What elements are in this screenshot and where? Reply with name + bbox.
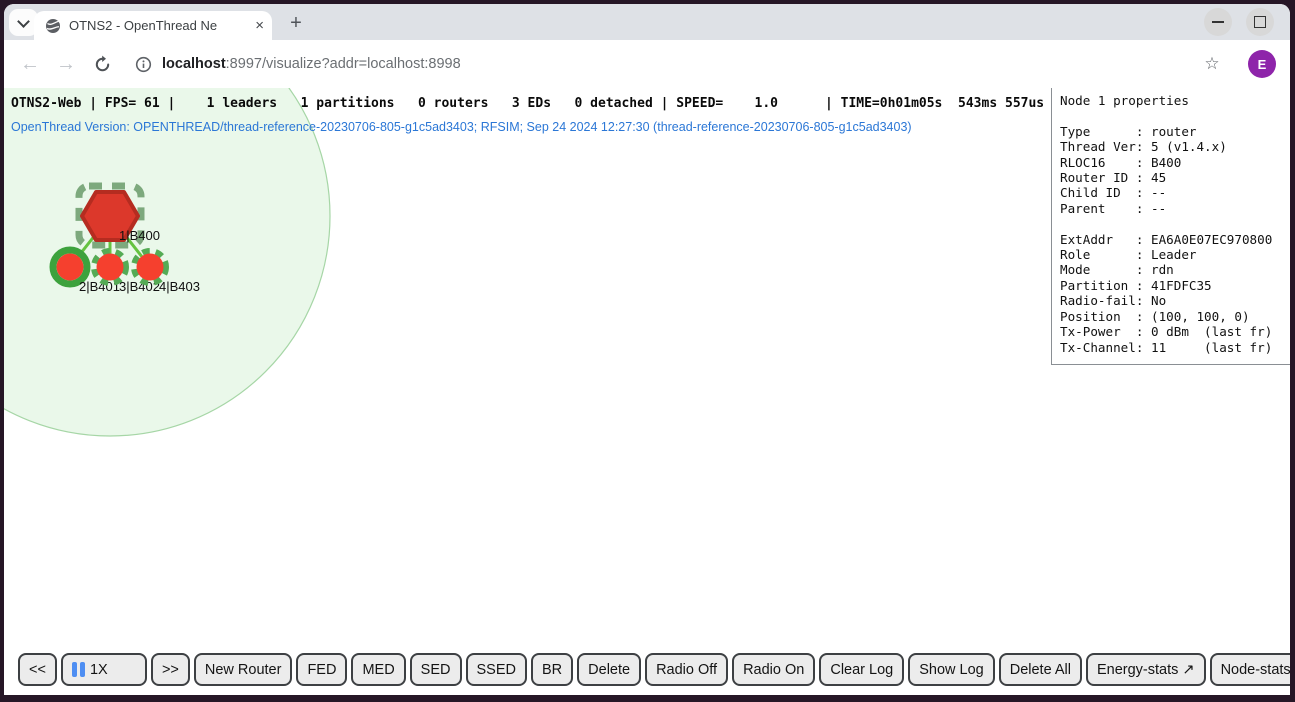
toolbar-button-delete[interactable]: Delete xyxy=(577,653,641,686)
profile-avatar[interactable]: E xyxy=(1248,50,1276,78)
toolbar-button-label: Energy-stats ↗ xyxy=(1097,662,1195,678)
toolbar-button-label: 1X xyxy=(90,662,108,678)
toolbar-button-label: SSED xyxy=(477,662,517,678)
toolbar-button-label: Show Log xyxy=(919,662,984,678)
back-button[interactable]: ← xyxy=(14,40,46,88)
node-properties-panel: Node 1 properties Type : router Thread V… xyxy=(1051,88,1290,365)
refresh-icon xyxy=(93,55,112,74)
new-tab-button[interactable]: + xyxy=(284,12,308,36)
properties-text: Node 1 properties Type : router Thread V… xyxy=(1052,88,1290,355)
forward-button[interactable]: → xyxy=(50,40,82,88)
toolbar-button-delete-all[interactable]: Delete All xyxy=(999,653,1082,686)
toolbar-button-label: New Router xyxy=(205,662,282,678)
toolbar-button-node-stats[interactable]: Node-stats ↗ xyxy=(1210,653,1290,686)
toolbar-button-label: >> xyxy=(162,662,179,678)
chevron-down-icon xyxy=(17,15,30,28)
toolbar-button-label: BR xyxy=(542,662,562,678)
toolbar-button-radio-off[interactable]: Radio Off xyxy=(645,653,728,686)
toolbar-button-med[interactable]: MED xyxy=(351,653,405,686)
visualizer-page: 1|B4002|B4013|B4024|B403 OTNS2-Web | FPS… xyxy=(4,88,1290,695)
toolbar-button-clear-log[interactable]: Clear Log xyxy=(819,653,904,686)
toolbar-button-label: Radio On xyxy=(743,662,804,678)
toolbar-button-label: << xyxy=(29,662,46,678)
window-minimize-button[interactable] xyxy=(1204,8,1232,36)
globe-favicon-icon xyxy=(45,18,61,34)
toolbar-button-sed[interactable]: SED xyxy=(410,653,462,686)
openthread-version-line: OpenThread Version: OPENTHREAD/thread-re… xyxy=(11,120,912,134)
toolbar-button-step-back[interactable]: << xyxy=(18,653,57,686)
toolbar-button-label: Delete xyxy=(588,662,630,678)
url-path: :8997/visualize?addr=localhost:8998 xyxy=(226,56,461,72)
toolbar-button-label: Clear Log xyxy=(830,662,893,678)
tab-close-icon[interactable]: × xyxy=(255,18,264,33)
toolbar-button-label: Radio Off xyxy=(656,662,717,678)
browser-window: OTNS2 - OpenThread Ne × + ← → xyxy=(4,4,1290,695)
info-icon xyxy=(135,56,152,73)
forward-icon: → xyxy=(56,53,76,76)
minimize-icon xyxy=(1212,21,1224,23)
node-label: 4|B403 xyxy=(159,279,200,294)
node-circle xyxy=(137,254,164,281)
toolbar-button-new-router[interactable]: New Router xyxy=(194,653,293,686)
tab-title: OTNS2 - OpenThread Ne xyxy=(69,17,252,34)
toolbar-button-br[interactable]: BR xyxy=(531,653,573,686)
refresh-button[interactable] xyxy=(87,40,117,88)
toolbar-button-fed[interactable]: FED xyxy=(296,653,347,686)
bottom-toolbar: << 1X >> New Router FED MED SED SSED BR Delete Rad… xyxy=(18,653,1286,686)
toolbar-button-ssed[interactable]: SSED xyxy=(466,653,528,686)
address-bar[interactable]: localhost:8997/visualize?addr=localhost:… xyxy=(162,40,461,88)
site-info-button[interactable] xyxy=(129,40,157,88)
pause-icon xyxy=(72,662,85,677)
toolbar-button-label: Delete All xyxy=(1010,662,1071,678)
node-circle xyxy=(97,254,124,281)
toolbar-button-radio-on[interactable]: Radio On xyxy=(732,653,815,686)
node-label: 1|B400 xyxy=(119,228,160,243)
toolbar-button-label: Node-stats ↗ xyxy=(1221,662,1290,678)
window-maximize-button[interactable] xyxy=(1246,8,1274,36)
tab-strip: OTNS2 - OpenThread Ne × + xyxy=(4,4,1290,40)
url-host: localhost xyxy=(162,56,226,72)
toolbar-button-label: MED xyxy=(362,662,394,678)
toolbar-button-energy-stats[interactable]: Energy-stats ↗ xyxy=(1086,653,1206,686)
toolbar-button-step-forward[interactable]: >> xyxy=(151,653,190,686)
bookmark-button[interactable]: ☆ xyxy=(1196,40,1228,88)
browser-tab[interactable]: OTNS2 - OpenThread Ne × xyxy=(34,11,272,40)
navigation-bar: ← → localhost:8997/visualize?addr=localh… xyxy=(4,40,1290,89)
toolbar-button-label: SED xyxy=(421,662,451,678)
status-bar: OTNS2-Web | FPS= 61 | 1 leaders 1 partit… xyxy=(11,96,1044,111)
node-circle xyxy=(57,254,84,281)
toolbar-button-label: FED xyxy=(307,662,336,678)
toolbar-button-speed[interactable]: 1X xyxy=(61,653,147,686)
star-icon: ☆ xyxy=(1204,54,1219,74)
toolbar-button-show-log[interactable]: Show Log xyxy=(908,653,995,686)
maximize-icon xyxy=(1254,16,1266,28)
back-icon: ← xyxy=(20,53,40,76)
